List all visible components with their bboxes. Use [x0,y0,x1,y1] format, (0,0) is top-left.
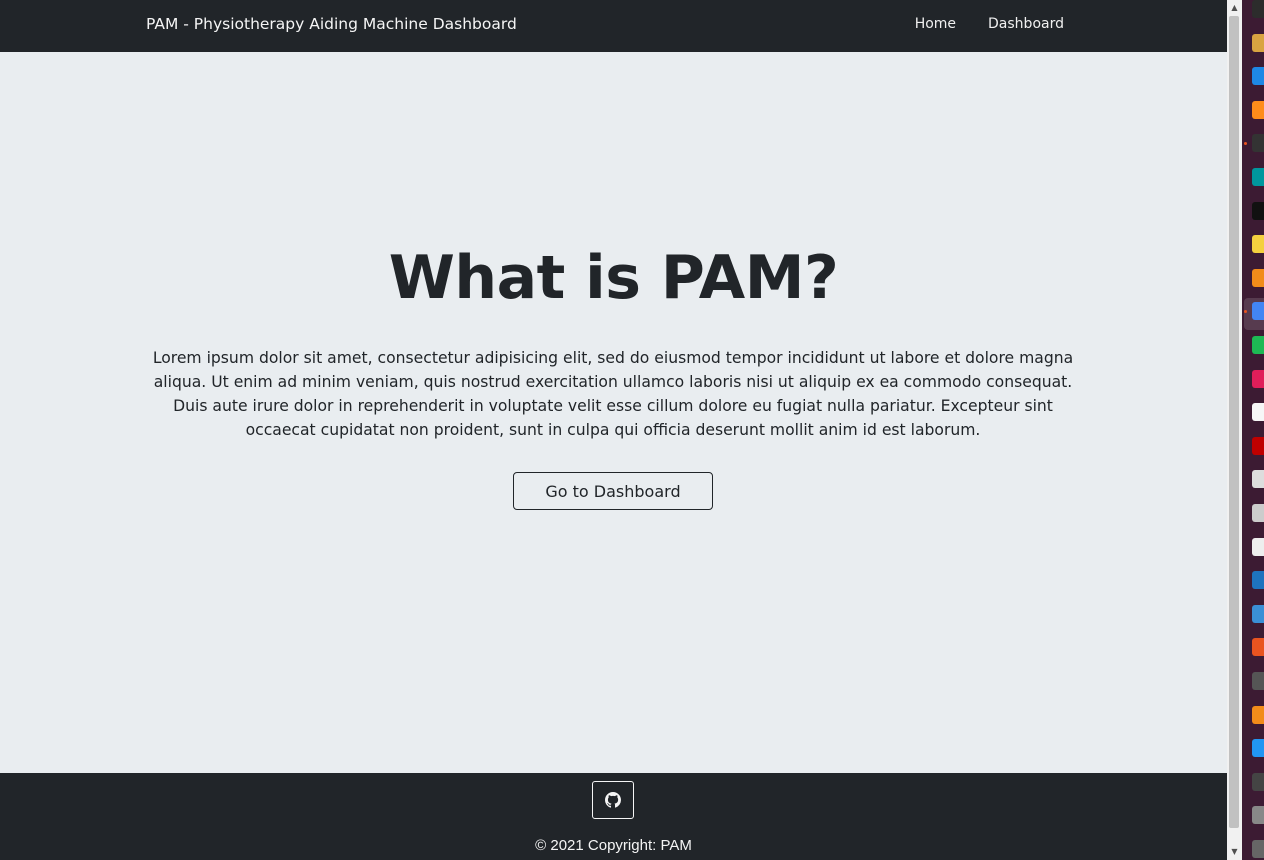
hero-title: What is PAM? [388,243,839,313]
nav-link-dashboard[interactable]: Dashboard [988,16,1064,32]
vlc-icon[interactable] [1252,268,1264,287]
text-editor-icon[interactable] [1252,537,1264,556]
vscode-icon[interactable] [1252,67,1264,86]
navbar-brand[interactable]: PAM - Physiotherapy Aiding Machine Dashb… [146,15,517,33]
ubuntu-dock [1242,0,1264,860]
scroll-down-arrow-icon[interactable]: ▼ [1227,845,1242,859]
scroll-up-arrow-icon[interactable]: ▲ [1227,1,1242,15]
sublime-icon[interactable] [1252,100,1264,119]
calculator-icon[interactable] [1252,470,1264,489]
vlc-icon[interactable] [1252,705,1264,724]
hero-description: Lorem ipsum dolor sit amet, consectetur … [152,349,1074,439]
running-indicator [1244,142,1247,146]
terminal-icon[interactable] [1252,0,1264,18]
footer: © 2021 Copyright: PAM [0,773,1227,860]
scroll-thumb[interactable] [1229,16,1239,828]
slack-icon[interactable] [1252,369,1264,388]
notes-icon[interactable] [1252,235,1264,254]
obs-icon[interactable] [1252,201,1264,220]
github-button[interactable] [592,781,634,819]
spotify-icon[interactable] [1252,336,1264,354]
nav-links: Home Dashboard [915,16,1064,32]
terminal-icon[interactable] [1252,134,1264,153]
nav-link-home[interactable]: Home [915,16,956,32]
ide-icon[interactable] [1252,739,1264,758]
app-icon[interactable] [1252,33,1264,52]
go-to-dashboard-button[interactable]: Go to Dashboard [513,472,713,510]
copyright-text: © 2021 Copyright: PAM [535,837,692,854]
files-icon[interactable] [1252,403,1264,422]
usb-icon[interactable] [1252,672,1264,690]
inkscape-icon[interactable] [1252,772,1264,791]
navbar: PAM - Physiotherapy Aiding Machine Dashb… [0,0,1227,52]
chrome-icon[interactable] [1252,302,1264,321]
software-icon[interactable] [1252,638,1264,657]
update-icon[interactable] [1252,571,1264,590]
image-viewer-icon[interactable] [1252,604,1264,623]
arduino-icon[interactable] [1252,168,1264,186]
more-icon[interactable] [1252,840,1264,858]
filezilla-icon[interactable] [1252,436,1264,455]
browser-viewport: PAM - Physiotherapy Aiding Machine Dashb… [0,0,1227,860]
disk-icon[interactable] [1252,806,1264,825]
vertical-scrollbar[interactable]: ▲ ▼ [1227,0,1242,860]
github-icon [605,792,621,808]
camera-icon[interactable] [1252,504,1264,522]
